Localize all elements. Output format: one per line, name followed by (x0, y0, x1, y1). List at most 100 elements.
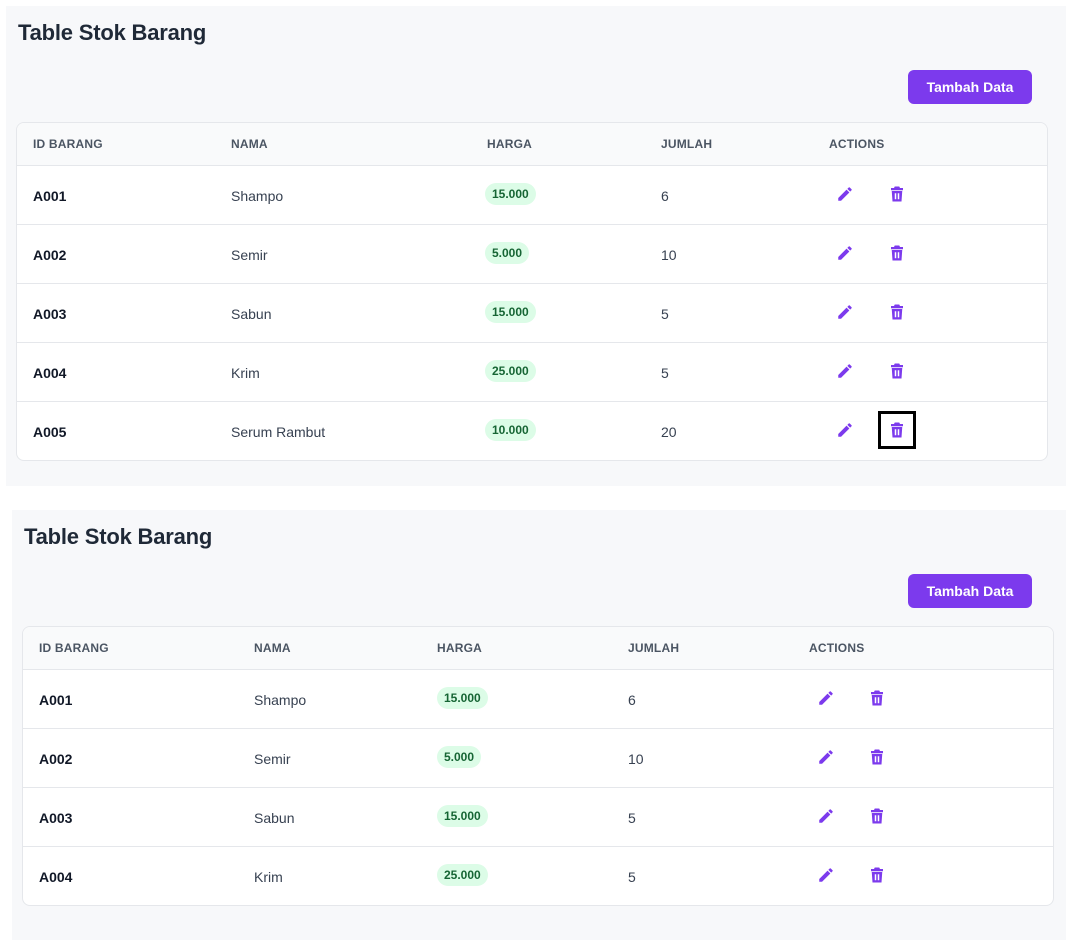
stock-table: ID BARANG NAMA HARGA JUMLAH ACTIONS A001… (16, 122, 1048, 461)
cell-id: A003 (33, 306, 67, 322)
column-header-harga: HARGA (437, 641, 482, 655)
cell-nama: Shampo (231, 188, 284, 204)
trash-icon (891, 186, 903, 202)
delete-button-highlighted[interactable] (878, 411, 916, 449)
delete-button[interactable] (868, 807, 886, 825)
trash-icon (891, 363, 903, 379)
delete-button[interactable] (888, 244, 906, 262)
edit-button[interactable] (817, 807, 835, 825)
cell-nama: Semir (254, 751, 291, 767)
cell-id: A004 (39, 869, 73, 885)
edit-button[interactable] (836, 421, 854, 439)
pencil-icon (819, 691, 833, 705)
page-title: Table Stok Barang (24, 524, 213, 549)
price-badge: 15.000 (485, 183, 536, 205)
pencil-icon (838, 305, 852, 319)
table-row: A001 Shampo 15.000 6 (17, 166, 1047, 225)
trash-icon (871, 690, 883, 706)
stock-table: ID BARANG NAMA HARGA JUMLAH ACTIONS A001… (22, 626, 1054, 906)
add-data-button[interactable]: Tambah Data (908, 70, 1032, 104)
price-badge: 15.000 (485, 301, 536, 323)
cell-nama: Shampo (254, 692, 307, 708)
cell-jumlah: 5 (661, 306, 669, 322)
column-header-nama: NAMA (231, 137, 268, 151)
cell-id: A002 (33, 247, 67, 263)
column-header-id: ID BARANG (39, 641, 109, 655)
price-badge: 25.000 (437, 864, 488, 886)
delete-button[interactable] (888, 303, 906, 321)
table-row: A005 Serum Rambut 10.000 20 (17, 402, 1047, 460)
add-data-button[interactable]: Tambah Data (908, 574, 1032, 608)
table-header: ID BARANG NAMA HARGA JUMLAH ACTIONS (17, 123, 1047, 166)
table-row: A003 Sabun 15.000 5 (17, 284, 1047, 343)
column-header-nama: NAMA (254, 641, 291, 655)
trash-icon (891, 245, 903, 261)
cell-jumlah: 10 (628, 751, 644, 767)
cell-jumlah: 5 (628, 869, 636, 885)
table-row: A001 Shampo 15.000 6 (23, 670, 1053, 729)
cell-jumlah: 6 (628, 692, 636, 708)
table-row: A004 Krim 25.000 5 (17, 343, 1047, 402)
cell-nama: Sabun (254, 810, 295, 826)
column-header-jumlah: JUMLAH (661, 137, 713, 151)
column-header-jumlah: JUMLAH (628, 641, 680, 655)
trash-icon (871, 867, 883, 883)
edit-button[interactable] (836, 185, 854, 203)
cell-jumlah: 5 (661, 365, 669, 381)
cell-nama: Krim (231, 365, 260, 381)
cell-nama: Semir (231, 247, 268, 263)
edit-button[interactable] (817, 748, 835, 766)
stock-panel-before: Table Stok Barang Tambah Data ID BARANG … (6, 6, 1066, 486)
table-header: ID BARANG NAMA HARGA JUMLAH ACTIONS (23, 627, 1053, 670)
cell-jumlah: 20 (661, 424, 677, 440)
column-header-actions: ACTIONS (809, 641, 865, 655)
edit-button[interactable] (836, 362, 854, 380)
pencil-icon (838, 187, 852, 201)
pencil-icon (838, 364, 852, 378)
price-badge: 25.000 (485, 360, 536, 382)
cell-id: A005 (33, 424, 67, 440)
cell-nama: Serum Rambut (231, 424, 326, 440)
trash-icon (891, 304, 903, 320)
pencil-icon (838, 246, 852, 260)
cell-jumlah: 6 (661, 188, 669, 204)
cell-jumlah: 10 (661, 247, 677, 263)
cell-jumlah: 5 (628, 810, 636, 826)
cell-nama: Sabun (231, 306, 272, 322)
trash-icon (871, 808, 883, 824)
trash-icon (891, 422, 903, 438)
column-header-actions: ACTIONS (829, 137, 885, 151)
price-badge: 15.000 (437, 805, 488, 827)
delete-button[interactable] (888, 362, 906, 380)
column-header-harga: HARGA (487, 137, 532, 151)
pencil-icon (819, 809, 833, 823)
pencil-icon (838, 423, 852, 437)
delete-button[interactable] (868, 689, 886, 707)
price-badge: 15.000 (437, 687, 488, 709)
stock-panel-after: Table Stok Barang Tambah Data ID BARANG … (12, 510, 1066, 940)
edit-button[interactable] (836, 244, 854, 262)
table-row: A004 Krim 25.000 5 (23, 847, 1053, 905)
price-badge: 5.000 (485, 242, 530, 264)
edit-button[interactable] (836, 303, 854, 321)
cell-id: A002 (39, 751, 73, 767)
pencil-icon (819, 750, 833, 764)
edit-button[interactable] (817, 866, 835, 884)
cell-id: A003 (39, 810, 73, 826)
column-header-id: ID BARANG (33, 137, 103, 151)
price-badge: 5.000 (437, 746, 482, 768)
table-row: A002 Semir 5.000 10 (17, 225, 1047, 284)
cell-nama: Krim (254, 869, 283, 885)
delete-button[interactable] (868, 748, 886, 766)
edit-button[interactable] (817, 689, 835, 707)
trash-icon (871, 749, 883, 765)
cell-id: A001 (39, 692, 73, 708)
page-title: Table Stok Barang (18, 20, 207, 45)
table-row: A003 Sabun 15.000 5 (23, 788, 1053, 847)
cell-id: A004 (33, 365, 67, 381)
delete-button[interactable] (868, 866, 886, 884)
delete-button[interactable] (888, 185, 906, 203)
table-row: A002 Semir 5.000 10 (23, 729, 1053, 788)
cell-id: A001 (33, 188, 67, 204)
price-badge: 10.000 (485, 419, 536, 441)
